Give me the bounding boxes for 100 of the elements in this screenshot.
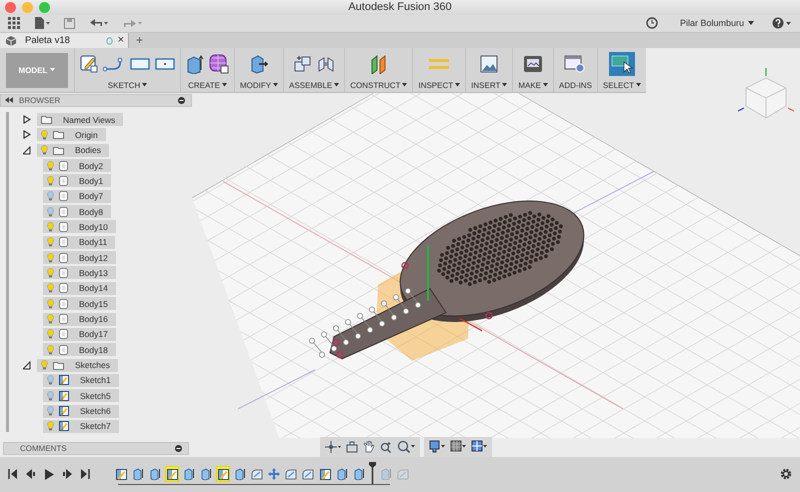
lightbulb-icon[interactable]	[47, 421, 54, 432]
timeline-feature[interactable]	[318, 466, 332, 482]
browser-node[interactable]: Sketch5	[43, 389, 119, 402]
help-icon[interactable]	[772, 17, 792, 30]
browser-node[interactable]: Body17	[43, 328, 116, 341]
pan-hand-icon[interactable]	[363, 440, 375, 453]
timeline-feature[interactable]	[165, 466, 179, 482]
extrude-box-icon[interactable]	[186, 54, 204, 74]
browser-node[interactable]: Body15	[43, 297, 116, 310]
user-menu[interactable]: Pilar Bolumburu	[680, 18, 744, 28]
browser-node[interactable]: Sketches	[37, 358, 118, 372]
viewports-icon[interactable]	[471, 440, 487, 454]
pin-dot-icon[interactable]	[175, 444, 182, 452]
lightbulb-icon[interactable]	[47, 283, 54, 294]
grid-settings-icon[interactable]	[450, 440, 466, 454]
browser-node[interactable]: Body14	[43, 282, 116, 295]
lightbulb-icon[interactable]	[47, 390, 54, 401]
timeline-feature[interactable]	[352, 466, 366, 482]
browser-node[interactable]: Body10	[43, 220, 116, 234]
ribbon-menu[interactable]: SELECT	[602, 80, 642, 90]
ribbon-menu[interactable]: CREATE	[188, 80, 227, 90]
ribbon-menu[interactable]: INSPECT	[418, 80, 460, 90]
fit-zoom-icon[interactable]	[397, 440, 415, 454]
browser-header[interactable]: BROWSER	[0, 94, 192, 107]
lightbulb-icon[interactable]	[47, 160, 54, 171]
browser-node[interactable]: Sketch7	[43, 420, 119, 433]
lightbulb-icon[interactable]	[41, 360, 48, 370]
lightbulb-icon[interactable]	[47, 406, 54, 416]
timeline-feature[interactable]	[182, 466, 196, 482]
ribbon-menu[interactable]: INSERT	[471, 80, 508, 90]
lightbulb-icon[interactable]	[47, 298, 54, 309]
ribbon-menu[interactable]: MODIFY	[240, 80, 278, 90]
lightbulb-icon[interactable]	[47, 206, 54, 217]
pin-dot-icon[interactable]	[178, 96, 185, 104]
browser-node[interactable]: Body18	[43, 343, 116, 356]
lightbulb-icon[interactable]	[47, 176, 54, 186]
grid-sphere-icon[interactable]	[209, 54, 229, 74]
lightbulb-icon[interactable]	[47, 314, 54, 324]
zoom-icon[interactable]	[380, 440, 392, 453]
expand-triangle-icon[interactable]	[23, 115, 31, 124]
create-sketch-icon[interactable]	[80, 55, 98, 74]
offset-plane-icon[interactable]	[370, 54, 388, 74]
browser-node[interactable]: Body2	[43, 159, 112, 172]
browser-node[interactable]: Body16	[43, 312, 116, 326]
save-icon[interactable]	[64, 18, 75, 29]
look-at-icon[interactable]	[346, 440, 358, 453]
browser-node[interactable]: Bodies	[37, 144, 109, 157]
timeline-feature[interactable]	[131, 466, 145, 482]
skip-to-start-icon[interactable]	[8, 469, 18, 480]
press-pull-icon[interactable]	[249, 54, 270, 74]
lightbulb-icon[interactable]	[47, 252, 54, 263]
expand-triangle-icon[interactable]	[23, 130, 31, 140]
browser-node[interactable]: Body12	[43, 251, 116, 264]
apps-grid-icon[interactable]	[8, 17, 20, 30]
new-component-icon[interactable]	[294, 55, 312, 74]
center-rectangle-icon[interactable]	[155, 57, 175, 72]
step-back-icon[interactable]	[26, 469, 36, 480]
browser-node[interactable]: Body13	[43, 266, 116, 280]
lightbulb-icon[interactable]	[47, 237, 54, 248]
lightbulb-icon[interactable]	[47, 191, 54, 202]
lightbulb-icon[interactable]	[47, 222, 54, 232]
ribbon-menu[interactable]: SKETCH	[108, 80, 148, 90]
browser-node[interactable]: Sketch1	[43, 374, 119, 387]
timeline-feature[interactable]	[233, 466, 247, 482]
browser-node[interactable]: Origin	[37, 128, 106, 142]
expand-triangle-icon[interactable]	[23, 146, 31, 155]
select-cursor-icon[interactable]	[608, 52, 635, 76]
document-tab[interactable]: Paleta v18 ×	[0, 33, 129, 48]
lightbulb-icon[interactable]	[41, 130, 48, 140]
play-icon[interactable]	[44, 468, 54, 480]
step-forward-icon[interactable]	[62, 469, 72, 480]
ribbon-menu[interactable]: MAKE	[518, 80, 548, 90]
browser-node[interactable]: Body8	[43, 205, 112, 218]
rectangle-icon[interactable]	[130, 57, 150, 72]
orbit-icon[interactable]	[325, 440, 341, 453]
image-icon[interactable]	[480, 55, 498, 74]
joint-icon[interactable]	[316, 55, 335, 74]
lightbulb-icon[interactable]	[47, 344, 54, 355]
window-gear-icon[interactable]	[564, 55, 586, 74]
skip-to-end-icon[interactable]	[80, 469, 90, 480]
ribbon-menu[interactable]: ASSEMBLE	[289, 80, 340, 90]
lightbulb-icon[interactable]	[47, 375, 54, 386]
comments-panel[interactable]: COMMENTS	[3, 442, 189, 455]
browser-node[interactable]: Named Views	[37, 113, 124, 126]
browser-node[interactable]: Body11	[43, 236, 116, 249]
browser-node[interactable]: Sketch6	[43, 404, 119, 418]
clock-icon[interactable]	[646, 17, 658, 30]
lightbulb-icon[interactable]	[41, 145, 48, 156]
printer-icon[interactable]	[523, 55, 544, 74]
timeline-marker[interactable]	[369, 462, 376, 484]
timeline-feature[interactable]	[335, 466, 349, 482]
close-tab-button[interactable]: ×	[118, 35, 124, 46]
settings-icon[interactable]	[780, 468, 792, 480]
new-tab-button[interactable]: +	[129, 33, 150, 48]
browser-node[interactable]: Body1	[43, 174, 112, 188]
timeline-feature[interactable]	[148, 466, 162, 482]
timeline-feature[interactable]	[216, 466, 230, 482]
timeline-feature[interactable]	[199, 466, 213, 482]
ribbon-menu[interactable]: ADD-INS	[559, 80, 592, 90]
expand-triangle-icon[interactable]	[23, 360, 31, 370]
